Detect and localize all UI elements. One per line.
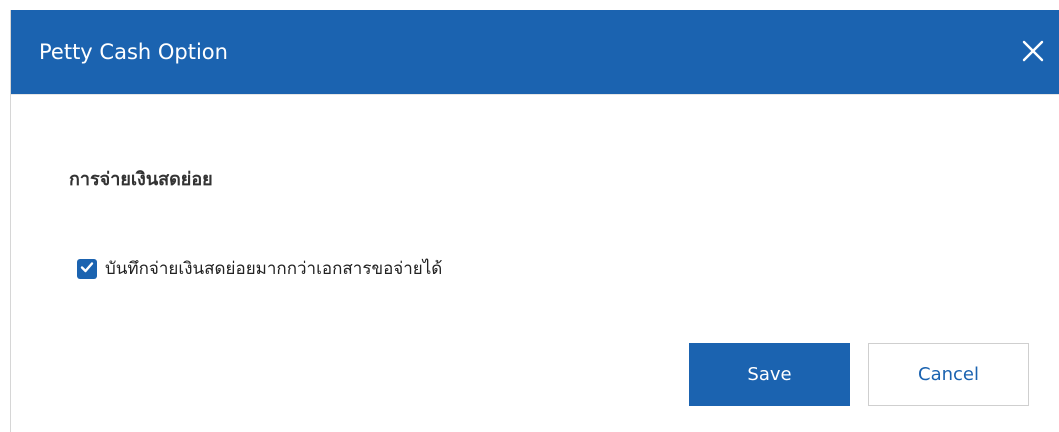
close-button[interactable] (1018, 36, 1048, 66)
cancel-button[interactable]: Cancel (868, 343, 1029, 406)
petty-cash-option-dialog: Petty Cash Option การจ่ายเงินสดย่อย บันท… (10, 10, 1059, 432)
overpay-checkbox-label[interactable]: บันทึกจ่ายเงินสดย่อยมากกว่าเอกสารขอจ่ายไ… (105, 257, 442, 281)
option-row: บันทึกจ่ายเงินสดย่อยมากกว่าเอกสารขอจ่ายไ… (77, 257, 442, 281)
header-divider (11, 94, 1059, 95)
close-icon (1018, 36, 1048, 66)
dialog-header: Petty Cash Option (11, 10, 1059, 94)
save-button[interactable]: Save (689, 343, 850, 406)
overpay-checkbox[interactable] (77, 259, 97, 279)
dialog-title: Petty Cash Option (39, 40, 228, 64)
checkmark-icon (79, 259, 95, 279)
section-heading: การจ่ายเงินสดย่อย (69, 169, 213, 190)
